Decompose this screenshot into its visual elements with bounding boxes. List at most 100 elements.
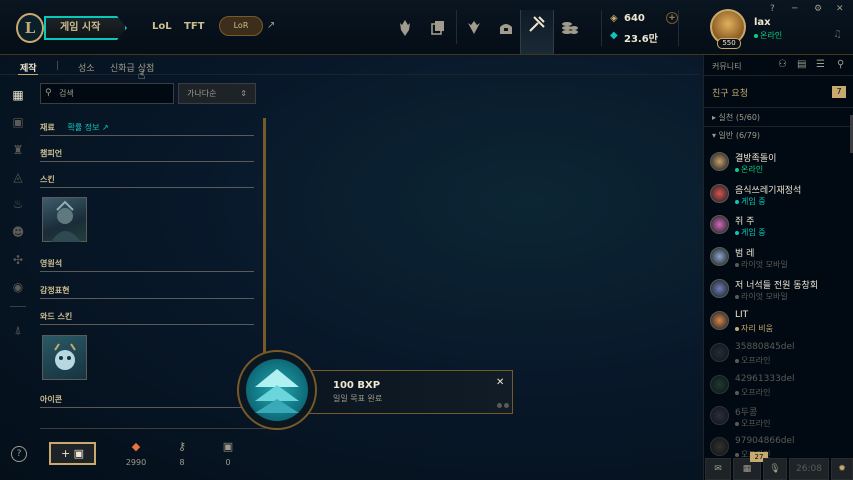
rp-amount: 640 xyxy=(624,13,645,24)
loot-scrollbar[interactable] xyxy=(263,118,266,354)
close-button[interactable]: ✕ xyxy=(836,4,844,14)
friend-avatar xyxy=(710,311,729,330)
notification-title: 100 BXP xyxy=(333,380,381,391)
section-champion[interactable]: 챔피언 xyxy=(40,148,254,162)
page-dot xyxy=(497,403,502,408)
tab-sanctum[interactable]: 성소 xyxy=(78,61,95,74)
section-skin[interactable]: 스킨 xyxy=(40,174,254,188)
orange-essence-counter: ◆ 2990 xyxy=(121,440,151,467)
friend-avatar xyxy=(710,215,729,234)
friend-item[interactable]: 42961333del 오프라인 xyxy=(704,371,850,403)
close-icon[interactable]: ✕ xyxy=(496,377,504,388)
buy-rp-button[interactable]: + xyxy=(666,12,678,24)
external-link-icon: ↗ xyxy=(267,20,276,31)
friend-name: 35880845del xyxy=(735,342,795,352)
lor-button[interactable]: LoR xyxy=(219,16,263,36)
friend-item[interactable]: 6두콩 오프라인 xyxy=(704,402,850,434)
mouse-cursor: ☝ xyxy=(138,68,146,82)
key-icon: ⚷ xyxy=(177,440,187,453)
tab-crafting[interactable]: 제작 xyxy=(20,61,37,74)
lol-mode-button[interactable]: LoL xyxy=(152,21,172,32)
ward-skin-icon[interactable]: ⍋ xyxy=(8,320,28,340)
friend-status-label: 게임 중 xyxy=(741,228,766,237)
friend-requests-badge: 7 xyxy=(832,86,846,98)
search-input[interactable]: ⚲ 검색 xyxy=(40,83,174,104)
sort-dropdown[interactable]: 가나다순 ⇕ xyxy=(178,83,256,104)
home-icon[interactable] xyxy=(388,13,422,51)
skin-icon[interactable]: ◬ xyxy=(8,167,28,187)
play-button[interactable]: 게임 시작 xyxy=(44,16,127,40)
bug-icon: ✹ xyxy=(838,464,846,474)
group-header[interactable]: ▾ 일반 (6/79) xyxy=(712,130,760,141)
friend-item[interactable]: 결방족돌이 온라인 xyxy=(704,148,850,180)
section-materials: 재료 확률 정보 ↗ xyxy=(40,122,254,136)
group-header[interactable]: ▸ 실천 (5/60) xyxy=(712,112,760,123)
friend-avatar xyxy=(710,279,729,298)
search-icon[interactable]: ⚲ xyxy=(837,59,844,70)
friend-status-label: 자리 비움 xyxy=(741,324,773,333)
search-icon: ⚲ xyxy=(45,88,52,98)
divider xyxy=(704,75,853,76)
section-ward-skins[interactable]: 와드 스킨 xyxy=(40,311,254,325)
ward-icon[interactable]: ✣ xyxy=(8,250,28,270)
emote-icon[interactable]: ☻ xyxy=(8,222,28,242)
friend-status: 라이엇 모바일 xyxy=(735,291,788,302)
profile-status-label: 온라인 xyxy=(760,31,783,40)
add-friend-icon[interactable]: ⚇ xyxy=(778,59,787,70)
section-eternals[interactable]: 영원석 xyxy=(40,258,254,272)
divider xyxy=(704,126,853,127)
blue-essence-icon: ◆ xyxy=(610,30,618,41)
grid-icon[interactable]: ▦ xyxy=(8,85,28,105)
search-placeholder: 검색 xyxy=(59,89,74,98)
minimize-button[interactable]: ─ xyxy=(792,4,797,14)
friend-item[interactable]: 쥐 주 게임 중 xyxy=(704,211,850,243)
league-logo-icon[interactable]: L xyxy=(16,13,44,43)
top-navigation-bar: L 게임 시작 LoL TFT LoR ↗ ◈ 640 + ◆ 23.6만 55… xyxy=(0,0,853,55)
help-icon[interactable]: ? xyxy=(770,4,775,14)
friend-status-label: 오프라인 xyxy=(741,419,771,428)
section-icons[interactable]: 아이콘 xyxy=(40,394,254,408)
skin-shard-item[interactable] xyxy=(42,197,87,242)
ward-skin-shard-item[interactable] xyxy=(42,335,87,380)
tft-mode-button[interactable]: TFT xyxy=(184,21,204,32)
friend-avatar xyxy=(710,184,729,203)
section-emotes[interactable]: 감정표현 xyxy=(40,285,254,299)
active-tab-indicator xyxy=(18,74,38,75)
add-chest-button[interactable]: + ▣ xyxy=(49,442,96,465)
friend-item[interactable]: 음식쓰레기재정석 게임 중 xyxy=(704,180,850,212)
drop-rate-link[interactable]: 확률 정보 ↗ xyxy=(68,123,109,132)
tab-mythic-shop[interactable]: 신화급 상점 xyxy=(110,61,154,74)
friend-name: 42961333del xyxy=(735,374,795,384)
friend-item[interactable]: 저 너석들 전원 동창회 라이엇 모바일 xyxy=(704,275,850,307)
bug-report-button[interactable]: ✹ xyxy=(831,458,853,480)
crafting-icon[interactable] xyxy=(520,10,554,54)
friend-requests-label[interactable]: 친구 요청 xyxy=(712,86,748,99)
fire-icon[interactable]: ♨ xyxy=(8,194,28,214)
list-icon[interactable]: ☰ xyxy=(816,59,825,70)
key-counter: ⚷ 8 xyxy=(167,440,197,467)
profile-name[interactable]: lax xyxy=(754,17,771,28)
friend-item[interactable]: 35880845del 오프라인 xyxy=(704,339,850,371)
friend-avatar xyxy=(710,437,729,456)
chest-icon[interactable]: ▣ xyxy=(8,112,28,132)
chevron-updown-icon: ⇕ xyxy=(240,89,247,98)
friend-item[interactable]: 범 레 라이엇 모바일 xyxy=(704,243,850,275)
friend-item[interactable]: LIT 자리 비움 xyxy=(704,307,850,339)
help-button[interactable]: ? xyxy=(11,446,27,462)
voice-button[interactable]: 🎙 xyxy=(763,458,787,480)
settings-gear-icon[interactable]: ⚙ xyxy=(814,4,822,14)
friend-status-label: 게임 중 xyxy=(741,197,766,206)
page-dot xyxy=(504,403,509,408)
folder-icon[interactable]: ▤ xyxy=(797,59,806,70)
tft-icon[interactable] xyxy=(457,13,491,51)
notification-bell-icon[interactable]: ♫ xyxy=(833,29,842,40)
loot-icon[interactable] xyxy=(489,13,523,51)
collection-icon[interactable] xyxy=(421,13,455,51)
friend-status: 오프라인 xyxy=(735,355,770,366)
chat-button[interactable]: ✉ xyxy=(705,458,731,480)
profile-status[interactable]: 온라인 xyxy=(754,30,782,41)
profile-level: 550 xyxy=(717,38,741,49)
store-icon[interactable] xyxy=(553,13,587,51)
champion-icon[interactable]: ♜ xyxy=(8,140,28,160)
user-icon[interactable]: ◉ xyxy=(8,277,28,297)
